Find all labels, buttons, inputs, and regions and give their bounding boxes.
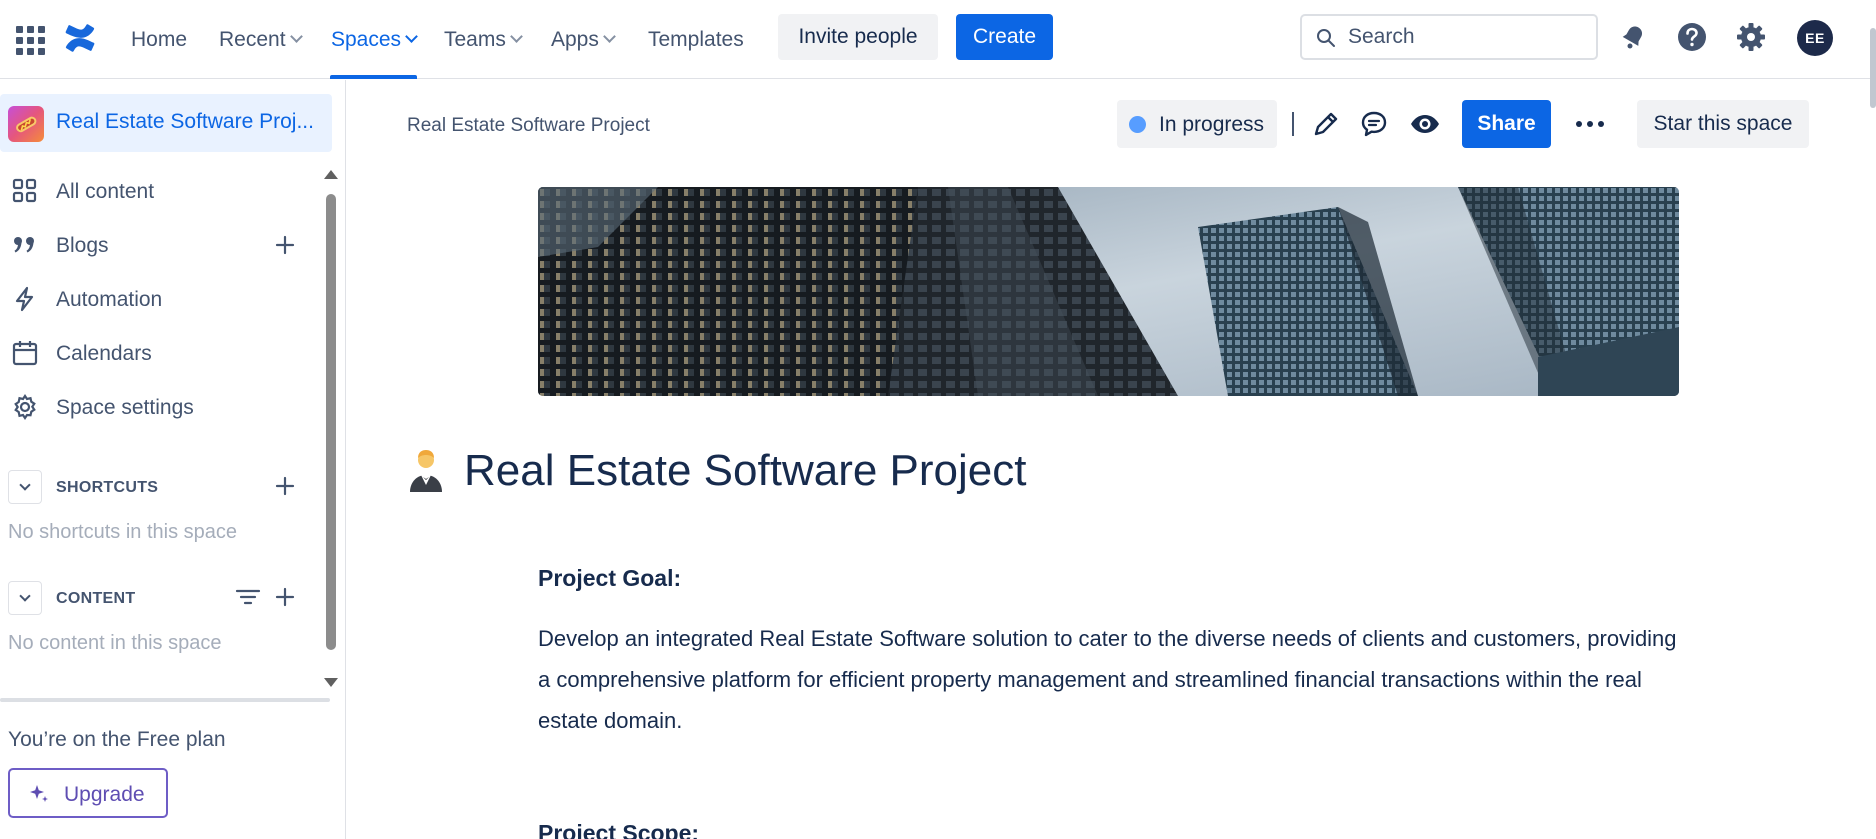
space-header[interactable]: Real Estate Software Proj... bbox=[0, 94, 332, 152]
content-collapse-button[interactable] bbox=[8, 581, 42, 615]
breadcrumb[interactable]: Real Estate Software Project bbox=[407, 115, 650, 137]
nav-recent-label: Recent bbox=[219, 28, 286, 51]
nav-spaces-label: Spaces bbox=[331, 28, 402, 51]
nav-apps-label: Apps bbox=[551, 28, 599, 51]
nav-home[interactable]: Home bbox=[131, 25, 187, 55]
star-space-button[interactable]: Star this space bbox=[1637, 100, 1809, 148]
shortcuts-collapse-button[interactable] bbox=[8, 470, 42, 504]
search-input[interactable] bbox=[1348, 24, 1588, 50]
space-avatar bbox=[8, 106, 44, 142]
sidebar-item-label: Space settings bbox=[56, 396, 194, 419]
scroll-down-arrow-icon[interactable] bbox=[324, 678, 338, 687]
sidebar-item-space-settings[interactable]: Space settings bbox=[0, 384, 330, 430]
nav-templates[interactable]: Templates bbox=[648, 25, 744, 55]
project-goal-heading: Project Goal: bbox=[538, 565, 682, 591]
add-shortcut-icon[interactable] bbox=[272, 473, 298, 499]
watch-eye-icon[interactable] bbox=[1409, 108, 1441, 140]
app-switcher-icon[interactable] bbox=[14, 24, 45, 55]
comment-icon[interactable] bbox=[1358, 108, 1390, 140]
sidebar-divider bbox=[0, 698, 330, 702]
upgrade-button[interactable]: Upgrade bbox=[8, 768, 168, 818]
content-empty-message: No content in this space bbox=[8, 632, 222, 654]
toolbar-divider bbox=[1292, 112, 1294, 136]
content-title: CONTENT bbox=[56, 590, 136, 607]
create-button[interactable]: Create bbox=[956, 14, 1053, 60]
chevron-down-icon bbox=[603, 30, 616, 43]
sidebar-item-automation[interactable]: Automation bbox=[0, 276, 330, 322]
shortcuts-section-header: SHORTCUTS bbox=[0, 466, 330, 506]
sidebar-item-label: Automation bbox=[56, 288, 163, 311]
hotdog-icon bbox=[16, 116, 37, 133]
person-in-tuxedo-emoji bbox=[410, 450, 442, 492]
more-actions-icon[interactable] bbox=[1572, 108, 1608, 140]
nav-recent[interactable]: Recent bbox=[219, 25, 303, 55]
chevron-down-icon bbox=[19, 479, 31, 491]
share-button[interactable]: Share bbox=[1462, 100, 1551, 148]
filter-icon[interactable] bbox=[234, 584, 262, 610]
space-name: Real Estate Software Proj... bbox=[56, 110, 314, 133]
cover-image bbox=[538, 187, 1679, 396]
content-section-header: CONTENT bbox=[0, 577, 330, 617]
page-scrollbar[interactable] bbox=[1870, 0, 1876, 839]
sidebar-item-all-content[interactable]: All content bbox=[0, 168, 330, 214]
status-dot bbox=[1129, 116, 1146, 133]
page-title: Real Estate Software Project bbox=[464, 446, 1027, 495]
search-icon bbox=[1317, 29, 1335, 47]
space-sidebar: Real Estate Software Proj... All content… bbox=[0, 80, 346, 839]
help-icon[interactable] bbox=[1675, 20, 1709, 54]
status-label: In progress bbox=[1159, 113, 1265, 136]
edit-pencil-icon[interactable] bbox=[1310, 108, 1342, 140]
shortcuts-title: SHORTCUTS bbox=[56, 479, 159, 496]
confluence-logo-icon[interactable] bbox=[64, 22, 96, 54]
chevron-down-icon bbox=[19, 590, 31, 602]
nav-apps[interactable]: Apps bbox=[551, 25, 616, 55]
add-content-icon[interactable] bbox=[272, 584, 298, 610]
search-box[interactable] bbox=[1300, 14, 1598, 60]
sidebar-item-calendars[interactable]: Calendars bbox=[0, 330, 330, 376]
page-status-button[interactable]: In progress bbox=[1117, 100, 1277, 148]
user-avatar[interactable]: EE bbox=[1797, 20, 1833, 56]
plan-text: You’re on the Free plan bbox=[8, 728, 226, 751]
sidebar-item-label: Calendars bbox=[56, 342, 152, 365]
project-goal-text: Develop an integrated Real Estate Softwa… bbox=[538, 626, 1677, 733]
shortcuts-empty-message: No shortcuts in this space bbox=[8, 521, 237, 543]
nav-spaces[interactable]: Spaces bbox=[331, 25, 418, 55]
top-navigation: Home Recent Spaces Teams Apps Templates … bbox=[0, 0, 1876, 79]
chevron-down-icon bbox=[405, 30, 418, 43]
lightning-icon bbox=[15, 286, 34, 312]
active-tab-indicator bbox=[330, 75, 417, 79]
chevron-down-icon bbox=[509, 30, 523, 43]
scroll-up-arrow-icon[interactable] bbox=[324, 170, 338, 179]
notifications-icon[interactable] bbox=[1616, 20, 1650, 54]
quote-icon bbox=[14, 237, 34, 253]
nav-teams-label: Teams bbox=[444, 28, 506, 51]
upgrade-label: Upgrade bbox=[64, 783, 145, 806]
add-blog-icon[interactable] bbox=[272, 232, 298, 258]
chevron-down-icon bbox=[289, 30, 303, 43]
calendar-icon bbox=[12, 341, 38, 366]
sidebar-item-label: All content bbox=[56, 180, 155, 203]
project-scope-heading: Project Scope: bbox=[538, 820, 700, 839]
sidebar-item-blogs[interactable]: Blogs bbox=[0, 222, 330, 268]
sidebar-scrollbar-thumb[interactable] bbox=[326, 194, 336, 650]
invite-people-button[interactable]: Invite people bbox=[778, 14, 938, 60]
gear-icon bbox=[14, 394, 36, 420]
page-scrollbar-thumb[interactable] bbox=[1870, 28, 1876, 108]
sparkle-icon bbox=[30, 785, 48, 802]
nav-teams[interactable]: Teams bbox=[444, 25, 523, 55]
skyscrapers-image bbox=[538, 187, 1679, 396]
sidebar-item-label: Blogs bbox=[56, 234, 109, 257]
settings-icon[interactable] bbox=[1734, 20, 1768, 54]
grid-icon bbox=[12, 178, 37, 203]
